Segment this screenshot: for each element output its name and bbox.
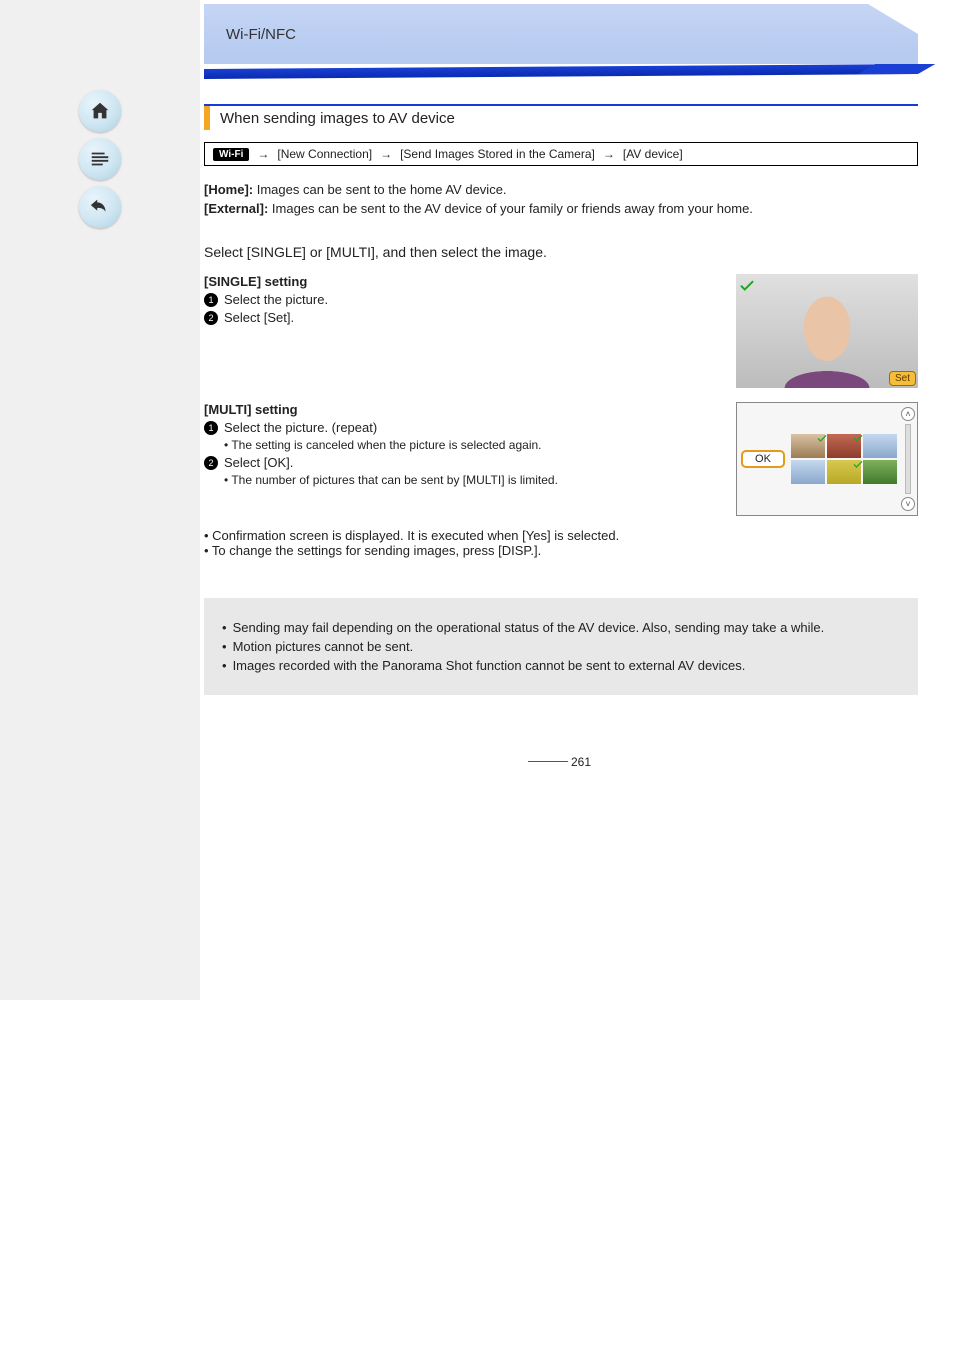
wifi-tag: Wi-Fi [213,148,249,161]
grid-thumb[interactable] [827,434,861,458]
grid-thumb[interactable] [791,434,825,458]
section-title: When sending images to AV device [204,104,918,130]
step-marker: 1 [204,293,218,307]
multi-sub-1: • The setting is canceled when the pictu… [224,438,724,452]
scroll-down-button[interactable]: ˅ [901,497,915,511]
select-heading: Select [SINGLE] or [MULTI], and then sel… [204,244,918,260]
step-marker: 2 [204,311,218,325]
back-icon [89,196,111,218]
single-title: [SINGLE] setting [204,274,724,289]
grid-thumb[interactable] [863,460,897,484]
single-step-2: Select [Set]. [224,310,294,325]
single-preview: Set [736,274,918,388]
setting-external: [External]: Images can be sent to the AV… [204,201,918,216]
grid-thumb[interactable] [827,460,861,484]
arrow-icon: → [257,147,269,161]
ok-button[interactable]: OK [741,450,785,468]
change-note: • To change the settings for sending ima… [204,543,918,558]
confirm-note: • Confirmation screen is displayed. It i… [204,528,918,543]
category-label: Wi-Fi/NFC [226,26,296,43]
arrow-icon: → [380,147,392,161]
menu-path: Wi-Fi → [New Connection] → [Send Images … [204,142,918,166]
setting-home: [Home]: Images can be sent to the home A… [204,182,918,197]
check-icon [738,276,756,294]
multi-sub-2: • The number of pictures that can be sen… [224,473,724,487]
home-icon [89,100,111,122]
multi-step-2: Select [OK]. [224,455,293,470]
single-step-1: Select the picture. [224,292,328,307]
multi-step-1: Select the picture. (repeat) [224,420,377,435]
step-marker: 1 [204,421,218,435]
multi-preview: OK ˄ ˅ [736,402,918,516]
category-banner: Wi-Fi/NFC [204,4,918,64]
contents-icon [89,148,111,170]
scroll-track[interactable] [905,424,911,494]
arrow-icon: → [603,147,615,161]
back-button[interactable] [79,186,121,228]
grid-thumb[interactable] [791,460,825,484]
grid-thumb[interactable] [863,434,897,458]
multi-title: [MULTI] setting [204,402,724,417]
set-button[interactable]: Set [889,371,916,386]
home-button[interactable] [79,90,121,132]
page-number: 261 [204,755,918,769]
note-box: •Sending may fail depending on the opera… [204,598,918,695]
step-marker: 2 [204,456,218,470]
contents-button[interactable] [79,138,121,180]
scroll-up-button[interactable]: ˄ [901,407,915,421]
